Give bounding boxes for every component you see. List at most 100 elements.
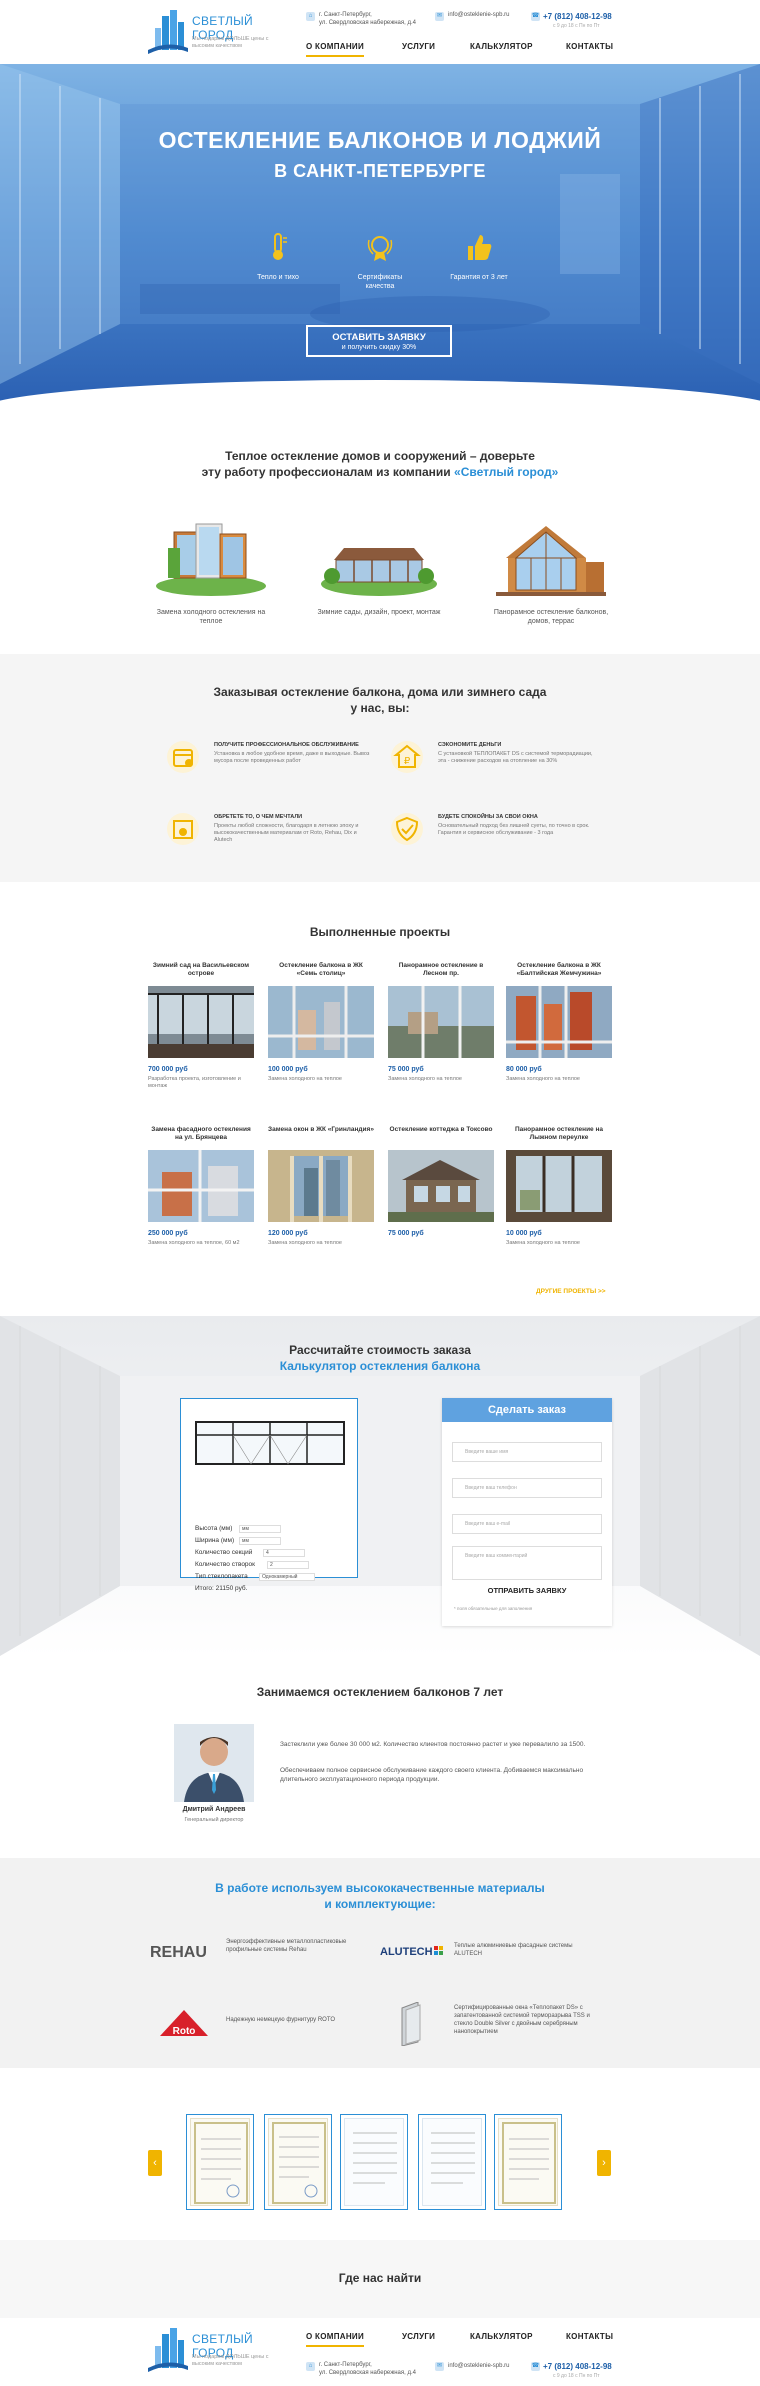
footer-nav-contacts[interactable]: КОНТАКТЫ xyxy=(566,2332,613,2341)
footer-email-link[interactable]: info@osteklenie-spb.ru xyxy=(448,2363,509,2371)
feature-warm: Тепло и тихо xyxy=(233,232,323,282)
service-winter-gardens[interactable]: Зимние сады, дизайн, проект, монтаж xyxy=(314,518,444,617)
required-fields-note: * поля обязательные для заполнения xyxy=(454,1606,533,1611)
alutech-logo: ALUTECH xyxy=(380,1946,443,1958)
balcony-frame-diagram[interactable] xyxy=(195,1421,345,1465)
phone-number[interactable]: +7 (812) 408-12-98 xyxy=(543,12,612,21)
project-card[interactable]: Замена фасадного остекления на ул. Брянц… xyxy=(148,1122,254,1247)
submit-order-button[interactable]: ОТПРАВИТЬ ЗАЯВКУ xyxy=(452,1586,602,1595)
warm-section-title: Теплое остекление домов и сооружений – д… xyxy=(201,449,559,479)
director-role: Генеральный директор xyxy=(184,1817,244,1823)
where-title: Где нас найти xyxy=(338,2271,422,2285)
project-photo xyxy=(268,986,374,1058)
more-projects-link[interactable]: ДРУГИЕ ПРОЕКТЫ >> xyxy=(536,1288,606,1295)
phone-icon: ☎ xyxy=(531,12,540,21)
project-card[interactable]: Замена окон в ЖК «Гринландия» 120 000 ру… xyxy=(268,1122,374,1247)
footer-nav-calculator[interactable]: КАЛЬКУЛЯТОР xyxy=(470,2332,533,2341)
hero-cta-button[interactable]: ОСТАВИТЬ ЗАЯВКУ и получить скидку 30% xyxy=(306,325,452,357)
sashes-label: Количество створок xyxy=(195,1561,256,1568)
panoramic-house-image xyxy=(496,526,606,596)
thumbs-up-icon xyxy=(468,235,492,260)
director-photo xyxy=(174,1724,254,1802)
feature-warranty: Гарантия от 3 лет xyxy=(434,232,524,282)
footer-phone-hours: с 9 до 18 с Пн по Пт xyxy=(553,2373,600,2379)
certificate-thumbnail[interactable] xyxy=(340,2114,408,2210)
certificate-thumbnail[interactable] xyxy=(264,2114,332,2210)
carousel-prev-button[interactable]: ‹ xyxy=(148,2150,162,2176)
roto-text: Надежную немецкую фурнитуру ROTO xyxy=(226,2017,336,2023)
comment-textarea[interactable]: Введите ваш комментарий xyxy=(452,1546,602,1580)
nav-calculator[interactable]: КАЛЬКУЛЯТОР xyxy=(470,42,533,51)
project-price: 250 000 руб xyxy=(148,1230,188,1237)
alutech-text: Теплые алюминиевые фасадные системы ALUT… xyxy=(454,1943,573,1957)
project-card[interactable]: Остекление балкона в ЖК «Балтийская Жемч… xyxy=(506,958,612,1083)
footer-nav-about[interactable]: О КОМПАНИИ xyxy=(306,2332,365,2347)
project-price: 10 000 руб xyxy=(506,1230,542,1237)
address: г. Санкт-Петербург, ул. Свердловская наб… xyxy=(319,12,416,26)
project-price: 75 000 руб xyxy=(388,1066,424,1073)
about-title: Занимаемся остеклением балконов 7 лет xyxy=(256,1685,504,1699)
project-card[interactable]: Панорамное остекление в Лесном пр. 75 00… xyxy=(388,958,494,1083)
projects-title: Выполненные проекты xyxy=(309,925,451,939)
about-text-1: Застеклили уже более 30 000 м2. Количест… xyxy=(280,1741,586,1748)
director-avatar xyxy=(174,1724,254,1802)
project-card[interactable]: Остекление балкона в ЖК «Семь столиц» 10… xyxy=(268,958,374,1083)
location-icon: ⌂ xyxy=(306,2362,315,2371)
project-price: 75 000 руб xyxy=(388,1230,424,1237)
footer-address: г. Санкт-Петербург, ул. Свердловская наб… xyxy=(319,2362,416,2376)
nav-about[interactable]: О КОМПАНИИ xyxy=(306,42,365,57)
service-panoramic[interactable]: Панорамное остекление балконов, домов, т… xyxy=(486,518,616,626)
feature-certificates-label: Сертификаты качества xyxy=(357,274,403,290)
scroll-down-icon[interactable] xyxy=(372,384,388,400)
certificate-document-image xyxy=(502,2122,556,2204)
hero-banner: ОСТЕКЛЕНИЕ БАЛКОНОВ И ЛОДЖИЙ В САНКТ-ПЕТ… xyxy=(0,64,760,410)
phone-input[interactable]: Введите ваш телефон xyxy=(452,1478,602,1498)
glass-unit-select[interactable]: Однокамерный xyxy=(259,1573,315,1581)
carousel-next-button[interactable]: › xyxy=(597,2150,611,2176)
footer-nav-services[interactable]: УСЛУГИ xyxy=(402,2332,435,2341)
sashes-input[interactable]: 2 xyxy=(267,1561,309,1569)
materials-title: В работе используем высококачественные м… xyxy=(215,1881,545,1911)
certificate-thumbnail[interactable] xyxy=(186,2114,254,2210)
glass-unit-icon xyxy=(401,2002,421,2046)
site-footer: СВЕТЛЫЙ ГОРОД Мы подарим ДОЛЬШЕ цены с в… xyxy=(0,2318,760,2386)
name-input[interactable]: Введите ваше имя xyxy=(452,1442,602,1462)
footer-logo[interactable]: СВЕТЛЫЙ ГОРОД Мы подарим ДОЛЬШЕ цены с в… xyxy=(148,2328,288,2376)
height-input[interactable]: мм xyxy=(239,1525,281,1533)
project-card[interactable]: Зимний сад на Васильевском острове 700 0… xyxy=(148,958,254,1090)
certificate-document-image xyxy=(353,2132,397,2184)
certificate-document-image xyxy=(272,2122,326,2204)
sections-input[interactable]: 4 xyxy=(263,1549,305,1557)
width-input[interactable]: мм xyxy=(239,1537,281,1545)
footer-phone-number[interactable]: +7 (812) 408-12-98 xyxy=(543,2362,612,2371)
certificate-document-image xyxy=(194,2122,248,2204)
thermometer-icon xyxy=(273,233,287,260)
nav-services[interactable]: УСЛУГИ xyxy=(402,42,435,51)
benefit-peace: БУДЕТЕ СПОКОЙНЫ ЗА СВОИ ОКНА Основательн… xyxy=(390,812,590,852)
nav-contacts[interactable]: КОНТАКТЫ xyxy=(566,42,613,51)
certificate-thumbnail[interactable] xyxy=(418,2114,486,2210)
email-icon: ✉ xyxy=(435,12,444,21)
service-cold-to-warm[interactable]: Замена холодного остекления на теплое xyxy=(146,518,276,626)
benefit-service: ПОЛУЧИТЕ ПРОФЕССИОНАЛЬНОЕ ОБСЛУЖИВАНИЕ У… xyxy=(166,740,369,780)
benefit-savings: ₽ СЭКОНОМИТЕ ДЕНЬГИ С установкой ТЕПЛОПА… xyxy=(390,740,593,780)
certificate-thumbnail[interactable] xyxy=(494,2114,562,2210)
feature-certificates: Сертификаты качества xyxy=(335,232,425,291)
logo[interactable]: СВЕТЛЫЙ ГОРОД Мы подарим ДОЛЬШЕ цены с в… xyxy=(148,10,288,58)
order-form-title: Сделать заказ xyxy=(442,1398,612,1422)
window-frames-image xyxy=(156,523,266,596)
height-label: Высота (мм) xyxy=(195,1525,233,1532)
project-photo xyxy=(506,1150,612,1222)
project-price: 80 000 руб xyxy=(506,1066,542,1073)
project-card[interactable]: Панорамное остекление на Лыжном переулке… xyxy=(506,1122,612,1247)
roto-logo: Roto xyxy=(160,2010,208,2037)
project-card[interactable]: Остекление коттеджа в Токсово 75 000 руб xyxy=(388,1122,494,1240)
service-caption: Панорамное остекление балконов, домов, т… xyxy=(493,609,609,625)
project-price: 100 000 руб xyxy=(268,1066,308,1073)
project-photo xyxy=(506,986,612,1058)
calculator-title: Рассчитайте стоимость заказа Калькулятор… xyxy=(279,1343,481,1373)
email-input[interactable]: Введите ваш e-mail xyxy=(452,1514,602,1534)
email-link[interactable]: info@osteklenie-spb.ru xyxy=(448,12,509,20)
svg-text:ALUTECH: ALUTECH xyxy=(380,1946,433,1958)
glass-unit-text: Сертифицированные окна «Теплопакет DS» с… xyxy=(454,2005,590,2035)
